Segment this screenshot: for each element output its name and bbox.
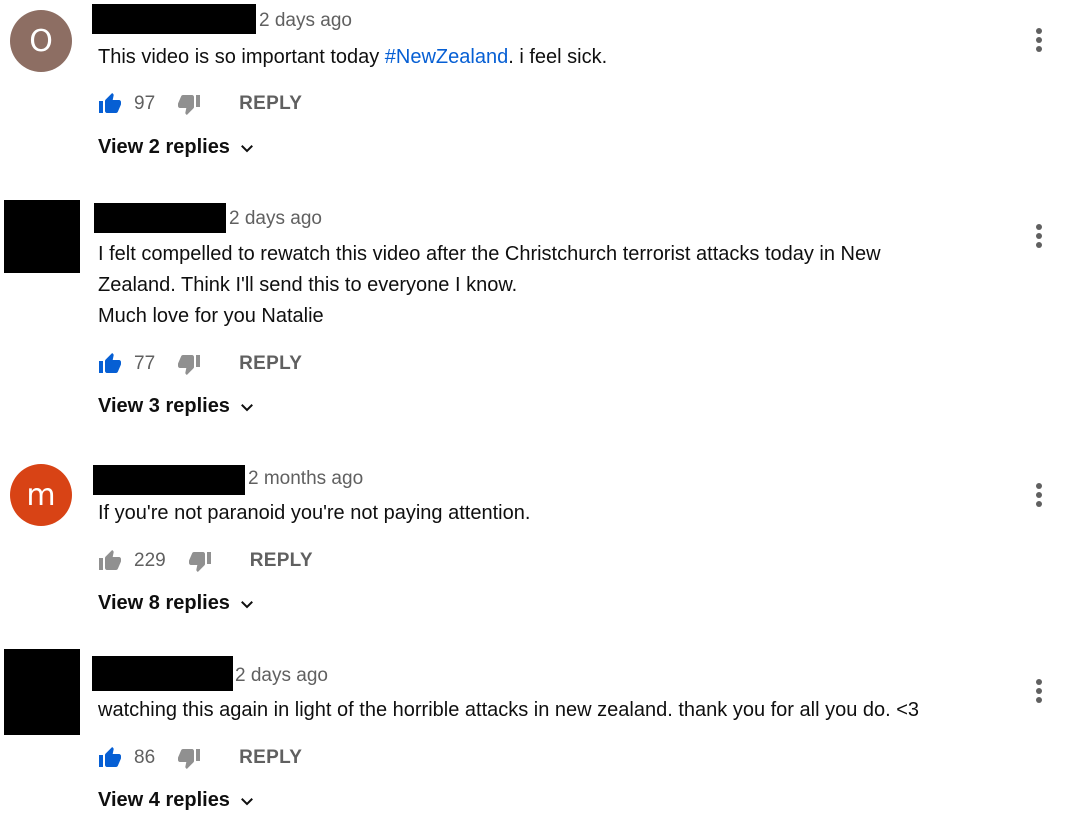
avatar[interactable]: O	[10, 10, 72, 72]
reply-button[interactable]: REPLY	[239, 353, 302, 375]
view-replies-button[interactable]: View 8 replies	[98, 592, 256, 615]
view-replies-label: View 8 replies	[98, 592, 230, 614]
comment-text: watching this again in light of the horr…	[98, 695, 919, 726]
comment-text-line: watching this again in light of the horr…	[98, 699, 920, 721]
like-count: 86	[134, 747, 156, 768]
avatar[interactable]: m	[10, 464, 72, 526]
avatar-letter: O	[29, 23, 53, 59]
comment-text: If you're not paranoid you're not paying…	[98, 498, 530, 529]
reply-button[interactable]: REPLY	[239, 747, 302, 769]
view-replies-button[interactable]: View 4 replies	[98, 789, 256, 812]
like-count: 97	[134, 93, 156, 114]
comment-actions: 86 REPLY	[98, 743, 302, 773]
thumb-up-icon[interactable]	[98, 746, 122, 770]
thumb-up-icon[interactable]	[98, 92, 122, 116]
thumb-down-icon[interactable]	[188, 549, 212, 573]
like-count: 77	[134, 353, 156, 374]
redacted-author-name	[92, 656, 233, 691]
hashtag-link[interactable]: #NewZealand	[385, 46, 508, 68]
view-replies-button[interactable]: View 3 replies	[98, 395, 256, 418]
redacted-author-name	[93, 465, 245, 495]
chevron-down-icon	[240, 403, 253, 411]
more-vert-icon[interactable]	[1030, 481, 1048, 511]
comment-time[interactable]: 2 days ago	[229, 208, 322, 230]
comment-text-line: I felt compelled to rewatch this video a…	[98, 243, 881, 265]
chevron-down-icon	[240, 600, 253, 608]
redacted-author-name	[92, 4, 256, 34]
comment-text-part: This video is so important today	[98, 46, 385, 68]
reply-button[interactable]: REPLY	[250, 550, 313, 572]
thumb-down-icon[interactable]	[177, 746, 201, 770]
thumb-down-icon[interactable]	[177, 352, 201, 376]
avatar[interactable]	[4, 649, 80, 735]
thumb-down-icon[interactable]	[177, 92, 201, 116]
redacted-author-name	[94, 203, 226, 233]
more-vert-icon[interactable]	[1030, 677, 1048, 707]
reply-button[interactable]: REPLY	[239, 93, 302, 115]
comment-time[interactable]: 2 days ago	[259, 10, 352, 32]
view-replies-label: View 3 replies	[98, 395, 230, 417]
comment-text-line: Much love for you Natalie	[98, 305, 324, 327]
chevron-down-icon	[240, 144, 253, 152]
comment-time[interactable]: 2 months ago	[248, 468, 363, 490]
more-vert-icon[interactable]	[1030, 26, 1048, 56]
thumb-up-icon[interactable]	[98, 352, 122, 376]
view-replies-button[interactable]: View 2 replies	[98, 136, 256, 159]
comment-text: This video is so important today #NewZea…	[98, 42, 607, 73]
avatar[interactable]	[4, 200, 80, 273]
comment-text-line: Zealand. Think I'll send this to everyon…	[98, 274, 518, 296]
comment-actions: 229 REPLY	[98, 546, 313, 576]
view-replies-label: View 4 replies	[98, 789, 230, 811]
more-vert-icon[interactable]	[1030, 222, 1048, 252]
comment-text-line: If you're not paranoid you're not paying…	[98, 502, 531, 524]
like-count: 229	[134, 550, 166, 571]
comment-actions: 97 REPLY	[98, 89, 302, 119]
avatar-letter: m	[26, 477, 56, 513]
comment-text-part: . i feel sick.	[508, 46, 608, 68]
thumb-up-icon[interactable]	[98, 549, 122, 573]
comment-time[interactable]: 2 days ago	[235, 665, 328, 687]
comment-text: I felt compelled to rewatch this video a…	[98, 239, 881, 332]
chevron-down-icon	[240, 797, 253, 805]
comment-actions: 77 REPLY	[98, 349, 302, 379]
view-replies-label: View 2 replies	[98, 136, 230, 158]
